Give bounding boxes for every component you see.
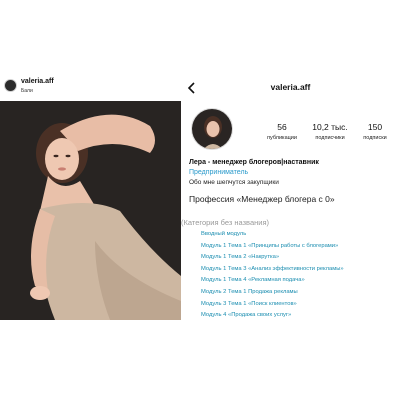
- course-module-link[interactable]: Модуль 1 Тема 2 «Накрутка»: [201, 252, 344, 264]
- course-module-link[interactable]: Модуль 1 Тема 4 «Рекламная подача»: [201, 275, 344, 287]
- stat-followers-value: 10,2 тыс.: [312, 122, 348, 132]
- bio-text: Обо мне шепчутся закупщики: [189, 179, 279, 186]
- stat-following[interactable]: 150 подписки: [355, 122, 395, 141]
- profile-avatar[interactable]: [191, 108, 233, 150]
- course-category-title: (Категория без названия): [181, 218, 270, 227]
- bio-category: Предприниматель: [189, 169, 249, 176]
- course-module-list: Вводный модуль Модуль 1 Тема 1 «Принципы…: [201, 229, 344, 322]
- post-location[interactable]: Бали: [21, 88, 33, 94]
- stat-posts-label: публикации: [267, 135, 297, 141]
- profile-avatar-image: [192, 109, 232, 149]
- stat-following-label: подписки: [363, 135, 387, 141]
- bio-profession: Профессия «Менеджер блогера с 0»: [189, 194, 335, 204]
- course-module-link[interactable]: Модуль 4 «Продажа своих услуг»: [201, 310, 344, 322]
- course-module-link[interactable]: Модуль 2 Тема 1 Продажа рекламы: [201, 287, 344, 299]
- course-module-link[interactable]: Модуль 3 Тема 1 «Поиск клиентов»: [201, 299, 344, 311]
- stat-posts-value: 56: [277, 122, 287, 132]
- instagram-post: valeria.aff Бали: [0, 0, 181, 400]
- course-module-link[interactable]: Модуль 1 Тема 1 «Принципы работы с блоге…: [201, 241, 344, 253]
- instagram-profile: valeria.aff 56 публикации 10,2 тыс. подп…: [181, 0, 400, 400]
- stat-followers[interactable]: 10,2 тыс. подписчики: [305, 122, 355, 141]
- course-module-link[interactable]: Модуль 1 Тема 3 «Анализ эффективности ре…: [201, 264, 344, 276]
- post-author-avatar[interactable]: [4, 79, 17, 92]
- post-author-username[interactable]: valeria.aff: [21, 78, 54, 85]
- stat-following-value: 150: [367, 122, 383, 132]
- bio-name: Лера - менеджер блогеров|наставник: [189, 159, 319, 166]
- stat-posts[interactable]: 56 публикации: [259, 122, 305, 141]
- stat-followers-label: подписчики: [315, 135, 345, 141]
- post-photo-image: [0, 101, 181, 320]
- post-photo[interactable]: [0, 101, 181, 320]
- post-header: valeria.aff Бали: [0, 73, 181, 101]
- course-module-link[interactable]: Вводный модуль: [201, 229, 344, 241]
- profile-username: valeria.aff: [270, 82, 311, 92]
